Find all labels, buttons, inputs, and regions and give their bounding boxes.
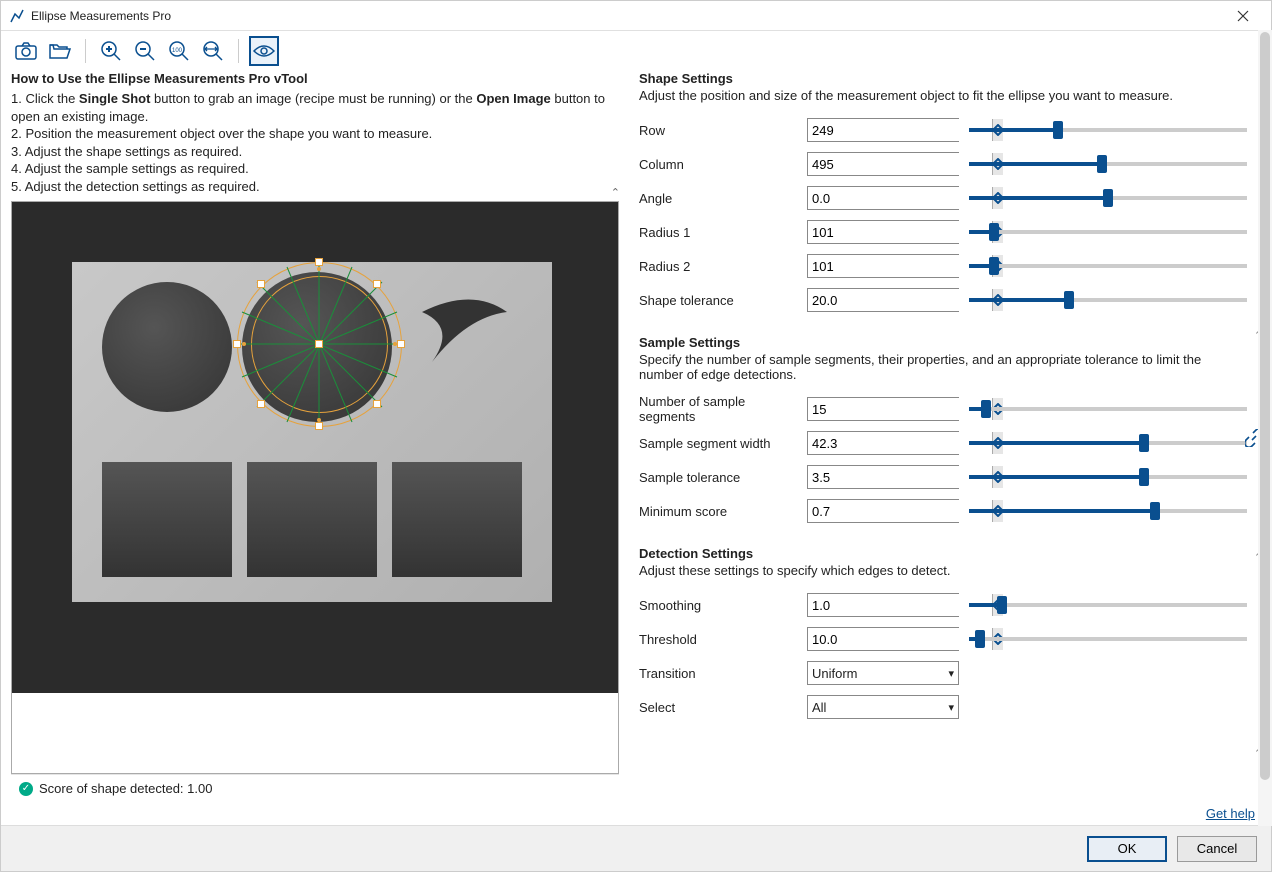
- zoom-out-icon: [134, 40, 156, 62]
- nseg-spinbox[interactable]: [807, 397, 959, 421]
- ok-button[interactable]: OK: [1087, 836, 1167, 862]
- image-panel: ⌃: [11, 201, 619, 774]
- detection-settings-title: Detection Settings: [639, 546, 1247, 561]
- preview-toggle-button[interactable]: [249, 36, 279, 66]
- shape-settings-desc: Adjust the position and size of the meas…: [639, 88, 1247, 103]
- howto-step1: 1. Click the Single Shot button to grab …: [11, 90, 619, 125]
- row-spinbox[interactable]: [807, 118, 959, 142]
- howto-step4: 4. Adjust the sample settings as require…: [11, 160, 619, 178]
- swidth-input[interactable]: [808, 432, 992, 454]
- thresh-input[interactable]: [808, 628, 992, 650]
- nseg-input[interactable]: [808, 398, 992, 420]
- folder-open-icon: [49, 42, 71, 60]
- cancel-button[interactable]: Cancel: [1177, 836, 1257, 862]
- sample-settings-title: Sample Settings: [639, 335, 1247, 350]
- mscore-input[interactable]: [808, 500, 992, 522]
- howto-heading: How to Use the Ellipse Measurements Pro …: [11, 71, 619, 86]
- howto-panel: How to Use the Ellipse Measurements Pro …: [11, 71, 619, 195]
- angle-input[interactable]: [808, 187, 992, 209]
- zoom-fit-icon: [202, 40, 224, 62]
- status-text: Score of shape detected: 1.00: [39, 781, 212, 796]
- thresh-spinbox[interactable]: [807, 627, 959, 651]
- get-help-link[interactable]: Get help: [1206, 806, 1255, 821]
- toolbar: 100: [1, 31, 1271, 71]
- shapetol-slider[interactable]: [969, 288, 1247, 312]
- stol-spinbox[interactable]: [807, 465, 959, 489]
- detection-settings-section: Detection Settings Adjust these settings…: [639, 546, 1247, 724]
- zoom-in-icon: [100, 40, 122, 62]
- swidth-slider[interactable]: [969, 431, 1247, 455]
- close-icon: [1237, 10, 1249, 22]
- shapetol-input[interactable]: [808, 289, 992, 311]
- transition-combo[interactable]: Uniform▾: [807, 661, 959, 685]
- chevron-down-icon: ▾: [948, 701, 954, 714]
- radius2-input[interactable]: [808, 255, 992, 277]
- window-title: Ellipse Measurements Pro: [31, 9, 1223, 23]
- thresh-slider[interactable]: [969, 627, 1247, 651]
- mscore-slider[interactable]: [969, 499, 1247, 523]
- select-combo[interactable]: All▾: [807, 695, 959, 719]
- scrollbar-thumb[interactable]: [1260, 32, 1270, 780]
- detection-settings-desc: Adjust these settings to specify which e…: [639, 563, 1247, 578]
- radius1-input[interactable]: [808, 221, 992, 243]
- chevron-down-icon: ▾: [948, 667, 954, 680]
- nseg-slider[interactable]: [969, 397, 1247, 421]
- mscore-spinbox[interactable]: [807, 499, 959, 523]
- angle-slider[interactable]: [969, 186, 1247, 210]
- camera-icon: [15, 42, 37, 60]
- footer-links: Get help: [1, 806, 1271, 825]
- zoom-fit-button[interactable]: [198, 36, 228, 66]
- sample-settings-section: Sample Settings Specify the number of sa…: [639, 335, 1247, 528]
- radius2-slider[interactable]: [969, 254, 1247, 278]
- shape-settings-title: Shape Settings: [639, 71, 1247, 86]
- radius1-slider[interactable]: [969, 220, 1247, 244]
- status-bar: ✓ Score of shape detected: 1.00: [11, 774, 619, 802]
- zoom-in-button[interactable]: [96, 36, 126, 66]
- column-input[interactable]: [808, 153, 992, 175]
- howto-step5: 5. Adjust the detection settings as requ…: [11, 178, 619, 196]
- close-button[interactable]: [1223, 2, 1263, 30]
- column-spinbox[interactable]: [807, 152, 959, 176]
- angle-spinbox[interactable]: [807, 186, 959, 210]
- single-shot-button[interactable]: [11, 36, 41, 66]
- svg-text:100: 100: [172, 48, 183, 54]
- image-view[interactable]: [12, 202, 618, 693]
- radius2-spinbox[interactable]: [807, 254, 959, 278]
- stol-input[interactable]: [808, 466, 992, 488]
- shapetol-spinbox[interactable]: [807, 288, 959, 312]
- howto-step2: 2. Position the measurement object over …: [11, 125, 619, 143]
- zoom-out-button[interactable]: [130, 36, 160, 66]
- swidth-spinbox[interactable]: [807, 431, 959, 455]
- separator: [238, 39, 239, 63]
- row-input[interactable]: [808, 119, 992, 141]
- titlebar: Ellipse Measurements Pro: [1, 1, 1271, 31]
- radius1-spinbox[interactable]: [807, 220, 959, 244]
- scrollbar[interactable]: [1258, 30, 1272, 826]
- settings-panel: Shape Settings Adjust the position and s…: [639, 71, 1261, 802]
- row-param-row: Row: [639, 113, 1247, 147]
- panel-collapse-toggle[interactable]: ⌃: [611, 186, 620, 199]
- button-bar: OK Cancel: [1, 825, 1271, 871]
- row-slider[interactable]: [969, 118, 1247, 142]
- sample-settings-desc: Specify the number of sample segments, t…: [639, 352, 1247, 382]
- smooth-input[interactable]: [808, 594, 992, 616]
- smooth-spinbox[interactable]: [807, 593, 959, 617]
- shape-settings-section: Shape Settings Adjust the position and s…: [639, 71, 1247, 317]
- separator: [85, 39, 86, 63]
- open-image-button[interactable]: [45, 36, 75, 66]
- column-slider[interactable]: [969, 152, 1247, 176]
- stol-slider[interactable]: [969, 465, 1247, 489]
- howto-step3: 3. Adjust the shape settings as required…: [11, 143, 619, 161]
- smooth-slider[interactable]: [969, 593, 1247, 617]
- zoom-100-icon: 100: [168, 40, 190, 62]
- zoom-100-button[interactable]: 100: [164, 36, 194, 66]
- eye-icon: [253, 43, 275, 59]
- status-ok-icon: ✓: [19, 782, 33, 796]
- app-icon: [9, 8, 25, 24]
